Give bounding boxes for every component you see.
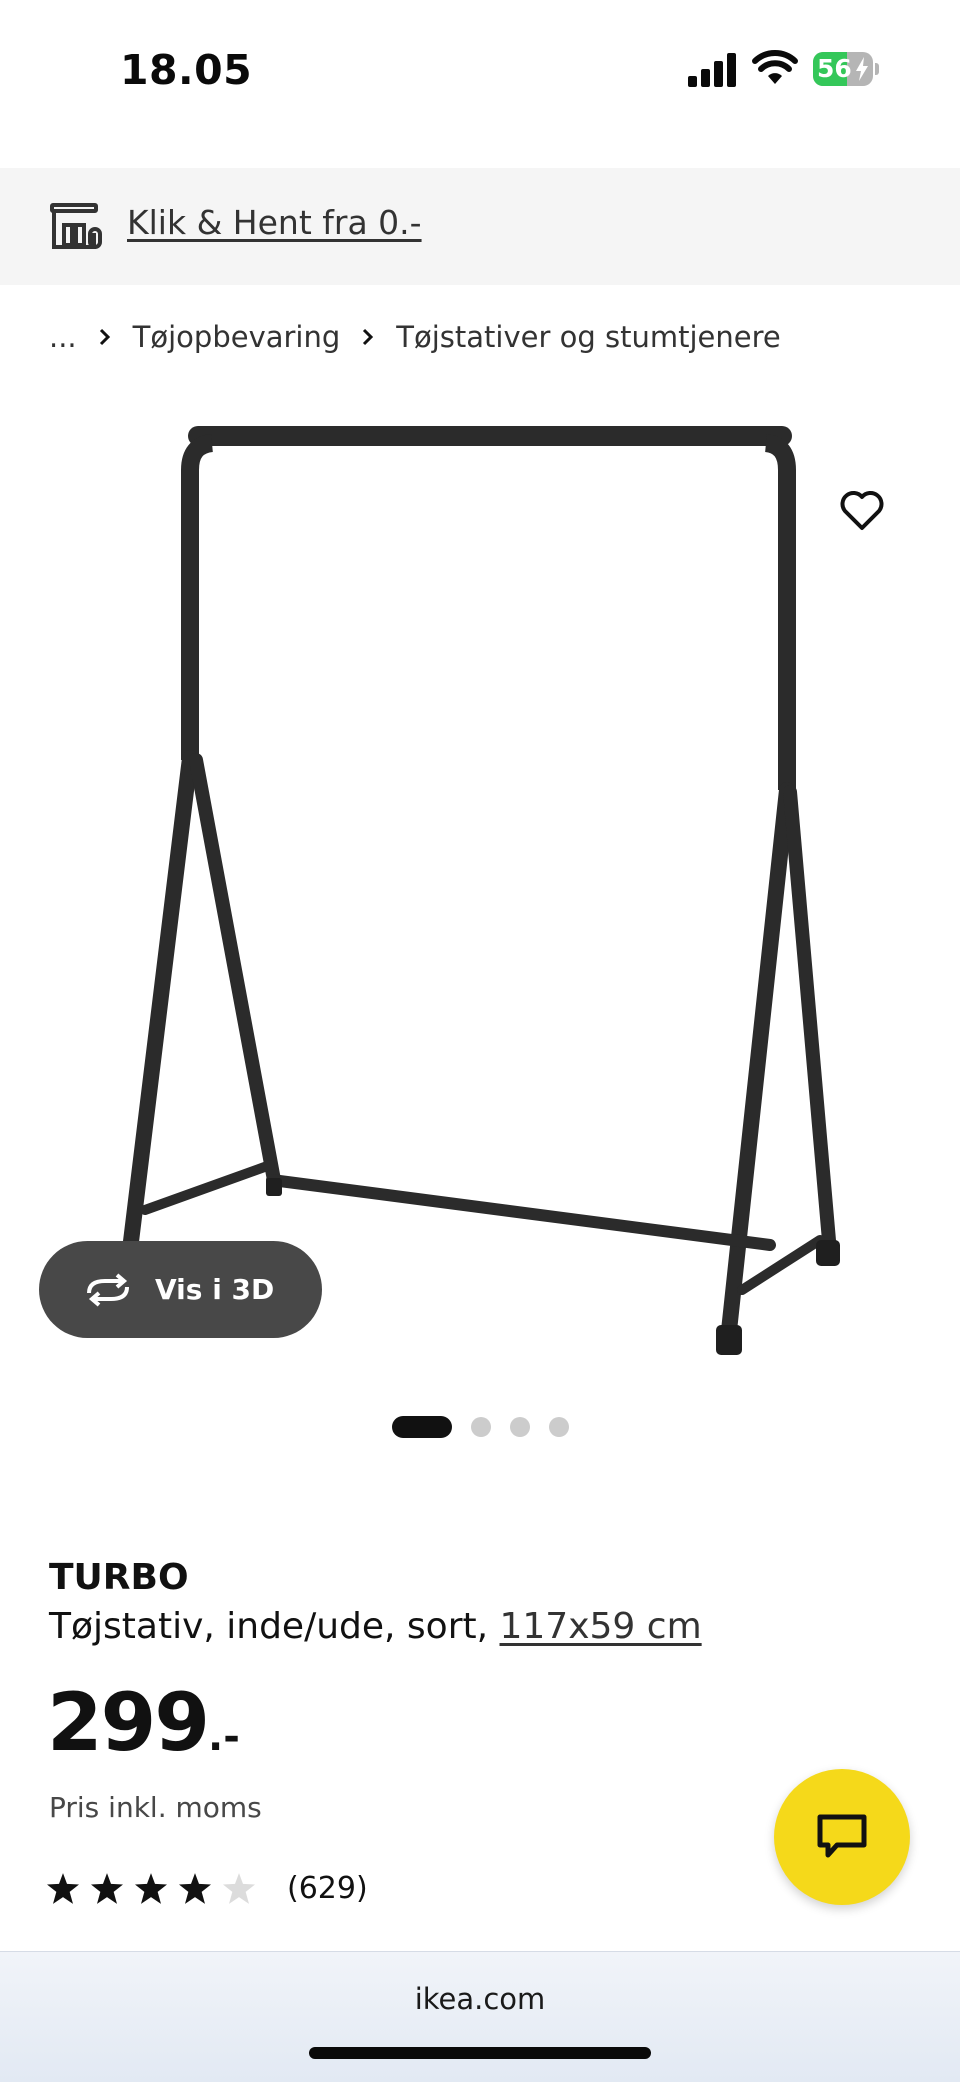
star-icon (135, 1872, 167, 1904)
store-pickup-icon (50, 203, 102, 249)
battery-indicator: 56 (813, 52, 879, 86)
click-collect-link[interactable]: Klik & Hent fra 0.- (127, 198, 422, 248)
review-count: (629) (287, 1870, 368, 1906)
pager-dot-active[interactable] (392, 1416, 452, 1438)
star-icon (91, 1872, 123, 1904)
rotate-3d-icon (87, 1272, 129, 1307)
url-text[interactable]: ikea.com (0, 1982, 960, 2016)
home-indicator[interactable] (309, 2047, 651, 2059)
pager-dot[interactable] (471, 1417, 491, 1437)
star-icon (47, 1872, 79, 1904)
price-suffix: .- (208, 1714, 240, 1760)
product-description-text: Tøjstativ, inde/ude, sort, (49, 1606, 500, 1647)
product-rating[interactable]: (629) (47, 1868, 368, 1908)
image-pager (392, 1416, 588, 1438)
chevron-right-icon (363, 328, 374, 346)
charging-bolt-icon (856, 57, 868, 81)
breadcrumb-ellipsis[interactable]: ... (49, 320, 77, 354)
star-icon (179, 1872, 211, 1904)
chat-button[interactable] (774, 1769, 910, 1905)
star-icon (223, 1872, 255, 1904)
product-price: 299 .- (47, 1683, 240, 1763)
wifi-icon (752, 50, 798, 84)
pager-dot[interactable] (510, 1417, 530, 1437)
breadcrumb-item-clothes-racks[interactable]: Tøjstativer og stumtjenere (396, 320, 780, 354)
chevron-right-icon (99, 328, 110, 346)
click-collect-banner[interactable]: Klik & Hent fra 0.- (0, 168, 960, 285)
breadcrumb-item-clothes-storage[interactable]: Tøjopbevaring (133, 320, 341, 354)
status-bar: 18.05 56 (0, 0, 960, 150)
browser-url-bar[interactable]: ikea.com (0, 1951, 960, 2082)
pager-dot[interactable] (549, 1417, 569, 1437)
product-size-link[interactable]: 117x59 cm (500, 1606, 702, 1647)
product-description: Tøjstativ, inde/ude, sort, 117x59 cm (49, 1603, 702, 1651)
cellular-signal-icon (688, 53, 736, 87)
battery-percentage: 56 (817, 54, 852, 83)
view-in-3d-label: Vis i 3D (155, 1273, 275, 1306)
favorite-heart-icon[interactable] (839, 490, 885, 532)
status-time: 18.05 (120, 46, 253, 94)
chat-bubble-icon (817, 1814, 867, 1858)
breadcrumb: ... Tøjopbevaring Tøjstativer og stumtje… (49, 312, 781, 362)
view-in-3d-button[interactable]: Vis i 3D (39, 1241, 322, 1338)
product-name: TURBO (49, 1557, 189, 1598)
price-integer: 299 (47, 1676, 210, 1769)
price-vat-note: Pris inkl. moms (49, 1791, 262, 1824)
